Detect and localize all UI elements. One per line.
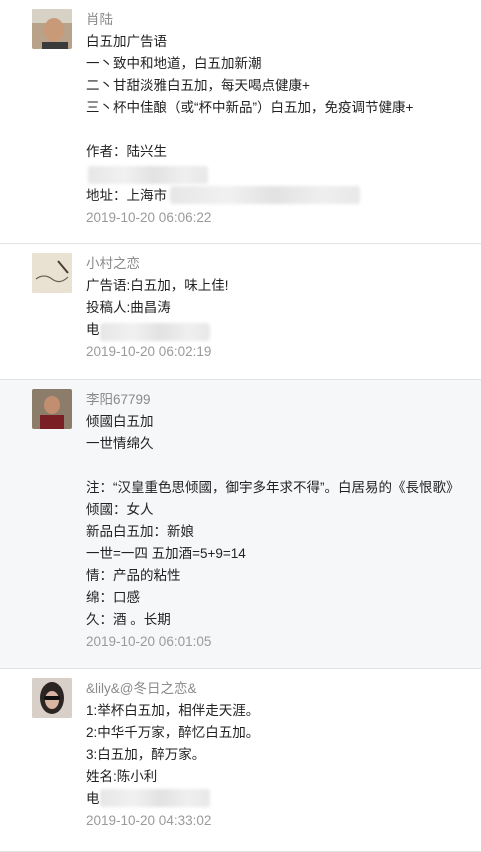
user-avatar-icon [32, 678, 72, 718]
comment-timestamp: 2019-10-20 06:01:05 [86, 634, 212, 649]
comment-timestamp: 2019-10-20 06:02:19 [86, 344, 212, 359]
comment-line: 情：产品的粘性 [86, 568, 181, 583]
comment-line: 一世=一四 五加酒=5+9=14 [86, 546, 246, 561]
comment-line: 投稿人:曲昌涛 [86, 300, 171, 315]
author-name[interactable]: 肖陆 [86, 9, 473, 31]
comment-line: 一世情绵久 [86, 436, 154, 451]
comment-list: 肖陆 白五加广告语 一丶致中和地道，白五加新潮 二丶甘甜淡雅白五加，每天喝点健康… [0, 0, 481, 852]
comment-timestamp: 2019-10-20 06:06:22 [86, 210, 212, 225]
comment-line: 广告语:白五加，味上佳! [86, 278, 229, 293]
comment-line: 久：酒 。长期 [86, 612, 171, 627]
comment-timestamp: 2019-10-20 04:33:02 [86, 813, 212, 828]
comment-line: 绵：口感 [86, 590, 140, 605]
user-avatar-icon [32, 9, 72, 49]
user-avatar-icon [32, 253, 72, 293]
comment-line [86, 455, 473, 477]
comment-line: 作者：陆兴生 [86, 144, 167, 159]
comment-line: 1:举杯白五加，相伴走天涯。 [86, 703, 260, 718]
comment-item: 肖陆 白五加广告语 一丶致中和地道，白五加新潮 二丶甘甜淡雅白五加，每天喝点健康… [0, 0, 481, 244]
avatar[interactable] [32, 389, 72, 429]
comment-line: 白五加广告语 [86, 34, 167, 49]
comment-line: 三丶杯中佳酿（或“杯中新品”）白五加，免疫调节健康+ [86, 100, 414, 115]
comment-line: 姓名:陈小利 [86, 769, 158, 784]
comment-item: &lily&@冬日之恋& 1:举杯白五加，相伴走天涯。 2:中华千万家，醉忆白五… [0, 669, 481, 852]
comment-line: 一丶致中和地道，白五加新潮 [86, 56, 262, 71]
author-name[interactable]: &lily&@冬日之恋& [86, 678, 473, 700]
comment-line: 新品白五加：新娘 [86, 524, 194, 539]
comment-item: 李阳67799 倾國白五加 一世情绵久 注：“汉皇重色思倾國，御宇多年求不得”。… [0, 380, 481, 669]
comment-line: 倾國白五加 [86, 414, 154, 429]
redacted-block [100, 789, 210, 807]
redacted-block [88, 166, 208, 184]
comment-item: 小村之恋 广告语:白五加，味上佳! 投稿人:曲昌涛 电 2019-10-20 0… [0, 244, 481, 380]
avatar[interactable] [32, 253, 72, 293]
comment-line: 3:白五加，醉万家。 [86, 747, 206, 762]
author-name[interactable]: 李阳67799 [86, 389, 473, 411]
avatar[interactable] [32, 9, 72, 49]
comment-line: 倾國：女人 [86, 502, 154, 517]
redacted-block [100, 323, 210, 341]
avatar[interactable] [32, 678, 72, 718]
author-name[interactable]: 小村之恋 [86, 253, 473, 275]
comment-line: 2:中华千万家，醉忆白五加。 [86, 725, 260, 740]
redacted-block [170, 186, 360, 204]
user-avatar-icon [32, 389, 72, 429]
comment-line: 二丶甘甜淡雅白五加，每天喝点健康+ [86, 78, 310, 93]
comment-line [86, 119, 473, 141]
comment-line: 注：“汉皇重色思倾國，御宇多年求不得”。白居易的《長恨歌》 [86, 480, 460, 495]
